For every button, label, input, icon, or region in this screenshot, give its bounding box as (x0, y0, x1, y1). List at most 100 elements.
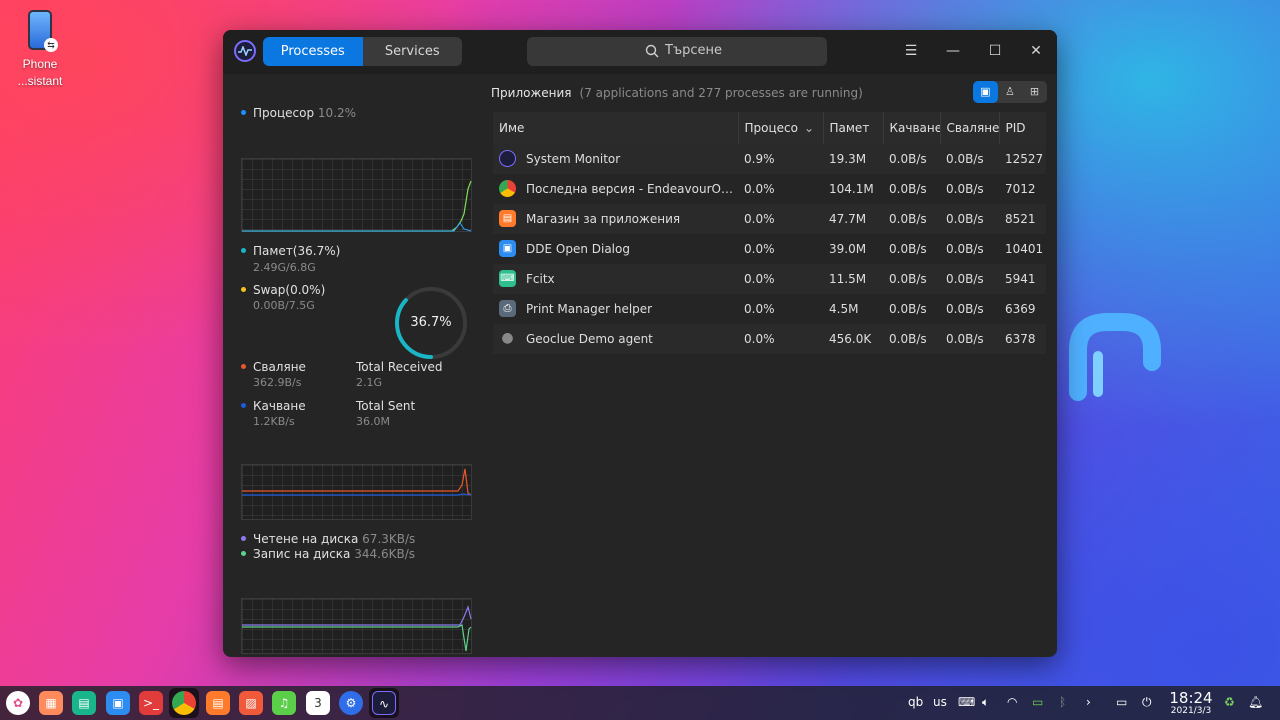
menu-button[interactable]: ☰ (901, 41, 921, 61)
wifi-icon[interactable]: ◠ (1007, 695, 1017, 709)
view-switcher: Processes Services (263, 37, 462, 66)
col-name[interactable]: Име (493, 112, 739, 144)
disk-read-legend: Четене на диска 67.3KB/s (241, 532, 415, 546)
keyboard-layout-qb[interactable]: qb (908, 695, 923, 709)
cpu-graph (241, 158, 472, 232)
cell-download: 0.0B/s (940, 144, 999, 174)
apps-count: (7 applications and 277 processes are ru… (579, 86, 863, 100)
notification-bell-icon[interactable]: 🔔︎ (1248, 695, 1263, 709)
cell-name: ⎙ Print Manager helper (493, 294, 738, 324)
col-cpu[interactable]: Процесо ⌄ (738, 112, 824, 144)
table-row[interactable]: ● Geoclue Demo agent 0.0% 456.0K 0.0B/s 0… (493, 324, 1046, 354)
table-row[interactable]: System Monitor 0.9% 19.3M 0.0B/s 0.0B/s … (493, 144, 1046, 174)
tab-services[interactable]: Services (363, 37, 463, 66)
upload-legend: Качване (241, 399, 306, 413)
cell-download: 0.0B/s (940, 264, 999, 294)
table-row[interactable]: ⌨ Fcitx 0.0% 11.5M 0.0B/s 0.0B/s 5941 (493, 264, 1046, 294)
table-row[interactable]: ⎙ Print Manager helper 0.0% 4.5M 0.0B/s 0… (493, 294, 1046, 324)
battery-icon[interactable]: ▭ (1032, 695, 1043, 709)
volume-icon[interactable]: 🔈︎ (982, 695, 989, 710)
total-sent-value: 36.0M (356, 415, 390, 428)
cell-pid: 10401 (999, 234, 1046, 264)
cell-download: 0.0B/s (940, 174, 999, 204)
bluetooth-icon[interactable]: ᛒ (1059, 695, 1066, 709)
search-icon (645, 44, 659, 58)
cell-download: 0.0B/s (940, 324, 999, 354)
user-view-icon[interactable]: ♙ (998, 81, 1023, 103)
close-button[interactable]: ✕ (1026, 41, 1046, 61)
cell-upload: 0.0B/s (883, 204, 940, 234)
download-legend: Сваляне (241, 360, 306, 374)
cell-memory: 19.3M (823, 144, 883, 174)
cell-download: 0.0B/s (940, 234, 999, 264)
desktop-icon-label-line1: Phone (22, 57, 58, 71)
col-pid[interactable]: PID (999, 112, 1046, 144)
clock[interactable]: 18:24 2021/3/3 (1166, 690, 1216, 717)
disk-read-label: Четене на диска (253, 532, 359, 546)
launcher-icon[interactable]: ✿ (6, 691, 30, 715)
clock-date: 2021/3/3 (1170, 706, 1212, 716)
disk-write-legend: Запис на диска 344.6KB/s (241, 547, 415, 561)
process-name: System Monitor (526, 151, 621, 166)
app-store-icon: ▤ (499, 209, 516, 227)
dde-dialog-icon: ▣ (499, 239, 516, 257)
phone-icon: ⇆ (28, 10, 58, 52)
system-monitor-window: Processes Services Търсене ☰ — ☐ ✕ Проце… (223, 30, 1057, 657)
settings-icon[interactable]: ⚙ (339, 691, 363, 715)
chrome-icon[interactable] (172, 691, 196, 715)
search-placeholder: Търсене (665, 43, 723, 58)
tab-processes[interactable]: Processes (263, 37, 363, 66)
keyboard-layout-us[interactable]: us (933, 695, 947, 709)
cell-upload: 0.0B/s (883, 294, 940, 324)
memory-detail: 2.49G/6.8G (253, 261, 316, 274)
col-upload[interactable]: Качване (883, 112, 941, 144)
cell-memory: 11.5M (823, 264, 883, 294)
multitasking-icon[interactable]: ▦ (39, 691, 63, 715)
table-row[interactable]: ▤ Магазин за приложения 0.0% 47.7M 0.0B/s… (493, 204, 1046, 234)
desktop-icon-phone-assistant[interactable]: ⇆ Phone ...sistant (12, 10, 68, 90)
terminal-icon[interactable]: >_ (139, 691, 163, 715)
clock-time: 18:24 (1169, 689, 1213, 707)
maximize-button[interactable]: ☐ (985, 41, 1005, 61)
chevron-right-icon[interactable]: › (1086, 695, 1091, 709)
file-manager-icon[interactable]: ▤ (72, 691, 96, 715)
taskbar: ✿ ▦ ▤ ▣ >_ ▤ ▨ ♫ 3 ⚙ ∿ qb us ⌨ 🔈︎ ◠ ▭ ᛒ … (0, 686, 1280, 720)
apps-title: Приложения (491, 86, 572, 100)
table-row[interactable]: ▣ DDE Open Dialog 0.0% 39.0M 0.0B/s 0.0B/… (493, 234, 1046, 264)
search-input[interactable]: Търсене (527, 37, 827, 66)
trash-icon[interactable]: ♻ (1224, 695, 1235, 709)
process-name: DDE Open Dialog (526, 241, 630, 256)
cell-name: ● Geoclue Demo agent (493, 324, 738, 354)
process-panel: Приложения (7 applications and 277 proces… (483, 74, 1057, 657)
minimize-button[interactable]: — (943, 41, 963, 61)
all-view-icon[interactable]: ⊞ (1022, 81, 1047, 103)
calendar-icon[interactable]: 3 (306, 691, 330, 715)
cell-upload: 0.0B/s (883, 144, 940, 174)
cell-cpu: 0.0% (738, 324, 823, 354)
cell-cpu: 0.0% (738, 204, 823, 234)
system-monitor-icon[interactable]: ∿ (372, 691, 396, 715)
table-row[interactable]: Последна версия - EndeavourOS ... 0.0% 1… (493, 174, 1046, 204)
col-download[interactable]: Сваляне (940, 112, 1000, 144)
download-value: 362.9B/s (253, 376, 302, 389)
deepin-store-icon[interactable]: ▤ (206, 691, 230, 715)
network-graph (241, 464, 472, 520)
keyboard-icon[interactable]: ⌨ (958, 695, 975, 709)
app-store-icon[interactable]: ▣ (106, 691, 130, 715)
power-icon[interactable]: ⏻ (1142, 695, 1152, 710)
titlebar: Processes Services Търсене ☰ — ☐ ✕ (223, 30, 1057, 74)
image-viewer-icon[interactable]: ▨ (239, 691, 263, 715)
app-view-icon[interactable]: ▣ (973, 81, 998, 103)
view-filter-buttons: ▣ ♙ ⊞ (973, 81, 1047, 103)
upload-label: Качване (253, 399, 306, 413)
disk-graph (241, 598, 472, 654)
process-name: Последна версия - EndeavourOS ... (526, 181, 738, 196)
swap-legend: Swap(0.0%) (241, 283, 325, 297)
onscreen-keyboard-icon[interactable]: ▭ (1116, 695, 1127, 709)
swap-detail: 0.00B/7.5G (253, 299, 315, 312)
col-memory[interactable]: Памет (823, 112, 884, 144)
cell-upload: 0.0B/s (883, 324, 940, 354)
deepin-wallpaper-logo-icon (1069, 313, 1161, 401)
process-name: Print Manager helper (526, 301, 653, 316)
music-icon[interactable]: ♫ (272, 691, 296, 715)
